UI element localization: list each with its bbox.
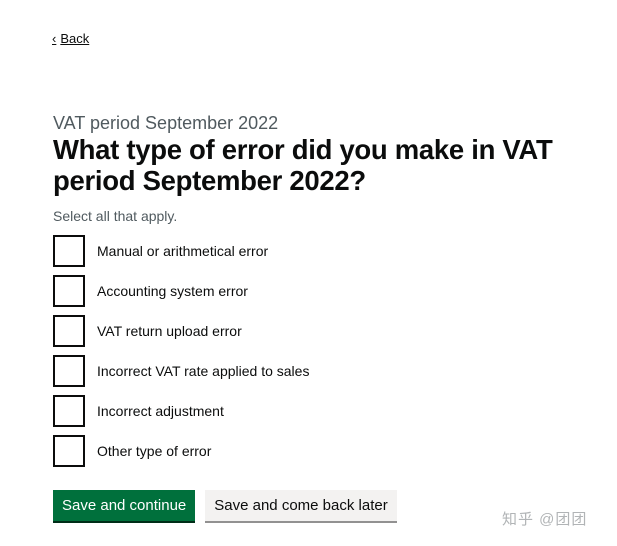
checkbox-label: Incorrect adjustment [97,403,224,419]
watermark: 知乎 @团团 [502,511,588,528]
checkbox[interactable] [53,315,85,347]
checkbox-option-adjustment[interactable]: Incorrect adjustment [53,395,309,427]
page-title: What type of error did you make in VAT p… [53,134,553,196]
page-caption: VAT period September 2022 [53,113,279,133]
error-type-checkboxes: Manual or arithmetical error Accounting … [53,235,309,475]
back-link[interactable]: ‹ Back [52,31,89,46]
checkbox-option-accounting-system[interactable]: Accounting system error [53,275,309,307]
checkbox[interactable] [53,355,85,387]
save-and-continue-button[interactable]: Save and continue [53,490,196,521]
button-group: Save and continue Save and come back lat… [53,490,397,521]
checkbox-option-other[interactable]: Other type of error [53,435,309,467]
back-link-label: Back [60,31,90,46]
save-and-come-back-later-button[interactable]: Save and come back later [205,490,397,521]
checkbox[interactable] [53,235,85,267]
checkbox-label: Accounting system error [97,283,248,299]
checkbox-label: Manual or arithmetical error [97,243,269,259]
checkbox[interactable] [53,395,85,427]
checkbox-label: Incorrect VAT rate applied to sales [97,363,310,379]
checkbox-option-manual[interactable]: Manual or arithmetical error [53,235,309,267]
checkbox-option-vat-rate[interactable]: Incorrect VAT rate applied to sales [53,355,309,387]
hint-text: Select all that apply. [53,208,178,224]
checkbox[interactable] [53,435,85,467]
checkbox-label: Other type of error [97,443,212,459]
checkbox-label: VAT return upload error [97,323,242,339]
chevron-left-icon: ‹ [52,31,57,46]
checkbox-option-upload[interactable]: VAT return upload error [53,315,309,347]
checkbox[interactable] [53,275,85,307]
